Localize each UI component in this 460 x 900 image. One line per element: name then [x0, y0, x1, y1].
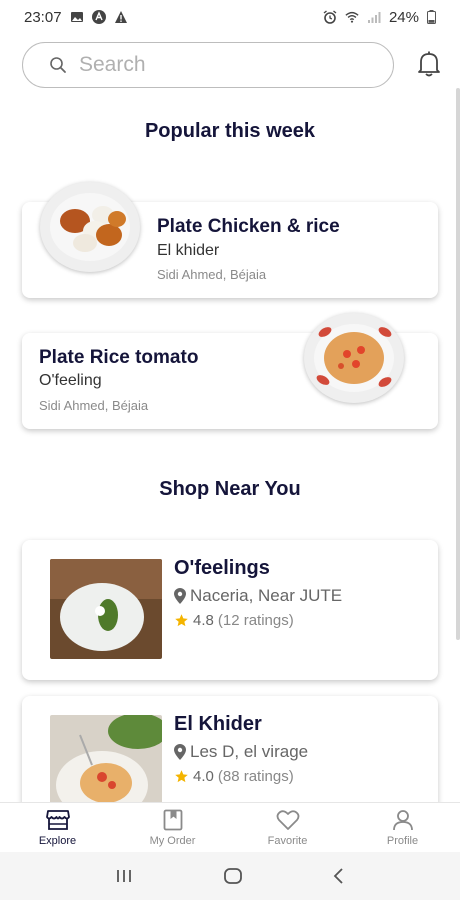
- popular-item-shop: El khider: [157, 242, 220, 259]
- search-icon: [50, 57, 66, 73]
- nav-label: Explore: [38, 835, 77, 847]
- popular-item-shop: O'feeling: [39, 372, 102, 389]
- status-time: 23:07: [24, 8, 62, 26]
- shop-rating: 4.0 (88 ratings): [174, 768, 294, 785]
- battery-percent: 24%: [388, 8, 419, 26]
- home-icon[interactable]: [223, 867, 243, 885]
- warning-icon: [114, 11, 127, 23]
- search-input[interactable]: [79, 53, 339, 77]
- alarm-icon: [323, 10, 337, 24]
- user-icon: [392, 810, 413, 831]
- nav-label: My Order: [149, 835, 196, 847]
- shop-image-ofeelings: [50, 559, 162, 659]
- location-pin-icon: [174, 744, 186, 760]
- dish-image-chicken-rice: [40, 182, 140, 272]
- bookmark-book-icon: [163, 809, 182, 831]
- location-pin-icon: [174, 588, 186, 604]
- notification-bell-icon[interactable]: [416, 50, 442, 78]
- shop-rating-value: 4.0: [193, 768, 214, 785]
- nav-profile[interactable]: Profile: [345, 803, 460, 852]
- shop-address-text: Les D, el virage: [190, 742, 309, 761]
- recent-apps-icon[interactable]: [114, 868, 134, 884]
- heart-icon: [276, 810, 299, 830]
- wifi-icon: [345, 11, 359, 23]
- star-icon: [175, 770, 188, 783]
- nav-label: Profile: [386, 835, 419, 847]
- gallery-icon: [70, 12, 83, 22]
- shop-image-el-khider: [50, 715, 162, 815]
- shop-name: El Khider: [174, 713, 262, 735]
- shop-rating-value: 4.8: [193, 612, 214, 629]
- nav-label: Favorite: [267, 835, 308, 847]
- store-icon: [45, 810, 70, 830]
- popular-item-title: Plate Chicken & rice: [157, 216, 340, 237]
- nav-my-order[interactable]: My Order: [115, 803, 230, 852]
- shop-rating-count: (88 ratings): [217, 768, 294, 785]
- bottom-navigation: Explore My Order Favorite Profile: [0, 802, 460, 852]
- popular-item-title: Plate Rice tomato: [39, 347, 199, 368]
- shop-address: Les D, el virage: [174, 742, 308, 762]
- search-box[interactable]: [22, 42, 394, 88]
- popular-card-2[interactable]: Plate Rice tomato O'feeling Sidi Ahmed, …: [22, 313, 438, 429]
- star-icon: [175, 614, 188, 627]
- search-row: [22, 42, 442, 88]
- nav-explore[interactable]: Explore: [0, 803, 115, 852]
- shop-address-text: Naceria, Near JUTE: [190, 586, 343, 605]
- shops-section-title: Shop Near You: [159, 478, 301, 500]
- back-icon[interactable]: [332, 867, 346, 885]
- scrollbar[interactable]: [456, 88, 460, 640]
- dish-image-rice-tomato: [304, 313, 404, 403]
- battery-icon: [427, 10, 436, 24]
- shop-address: Naceria, Near JUTE: [174, 586, 342, 606]
- nav-favorite[interactable]: Favorite: [230, 803, 345, 852]
- shop-rating: 4.8 (12 ratings): [174, 612, 294, 629]
- popular-item-location: Sidi Ahmed, Béjaia: [157, 267, 267, 282]
- popular-section-title: Popular this week: [144, 120, 316, 142]
- app-a-icon: [91, 10, 106, 24]
- status-bar: 23:07 24%: [0, 0, 460, 34]
- shop-rating-count: (12 ratings): [217, 612, 294, 629]
- popular-item-location: Sidi Ahmed, Béjaia: [39, 398, 149, 413]
- shop-name: O'feelings: [174, 557, 270, 579]
- shop-card-1[interactable]: O'feelings Naceria, Near JUTE 4.8 (12 ra…: [22, 540, 438, 680]
- signal-icon: [367, 12, 381, 23]
- system-navigation-bar: [0, 852, 460, 900]
- popular-card-1[interactable]: Plate Chicken & rice El khider Sidi Ahme…: [22, 182, 438, 298]
